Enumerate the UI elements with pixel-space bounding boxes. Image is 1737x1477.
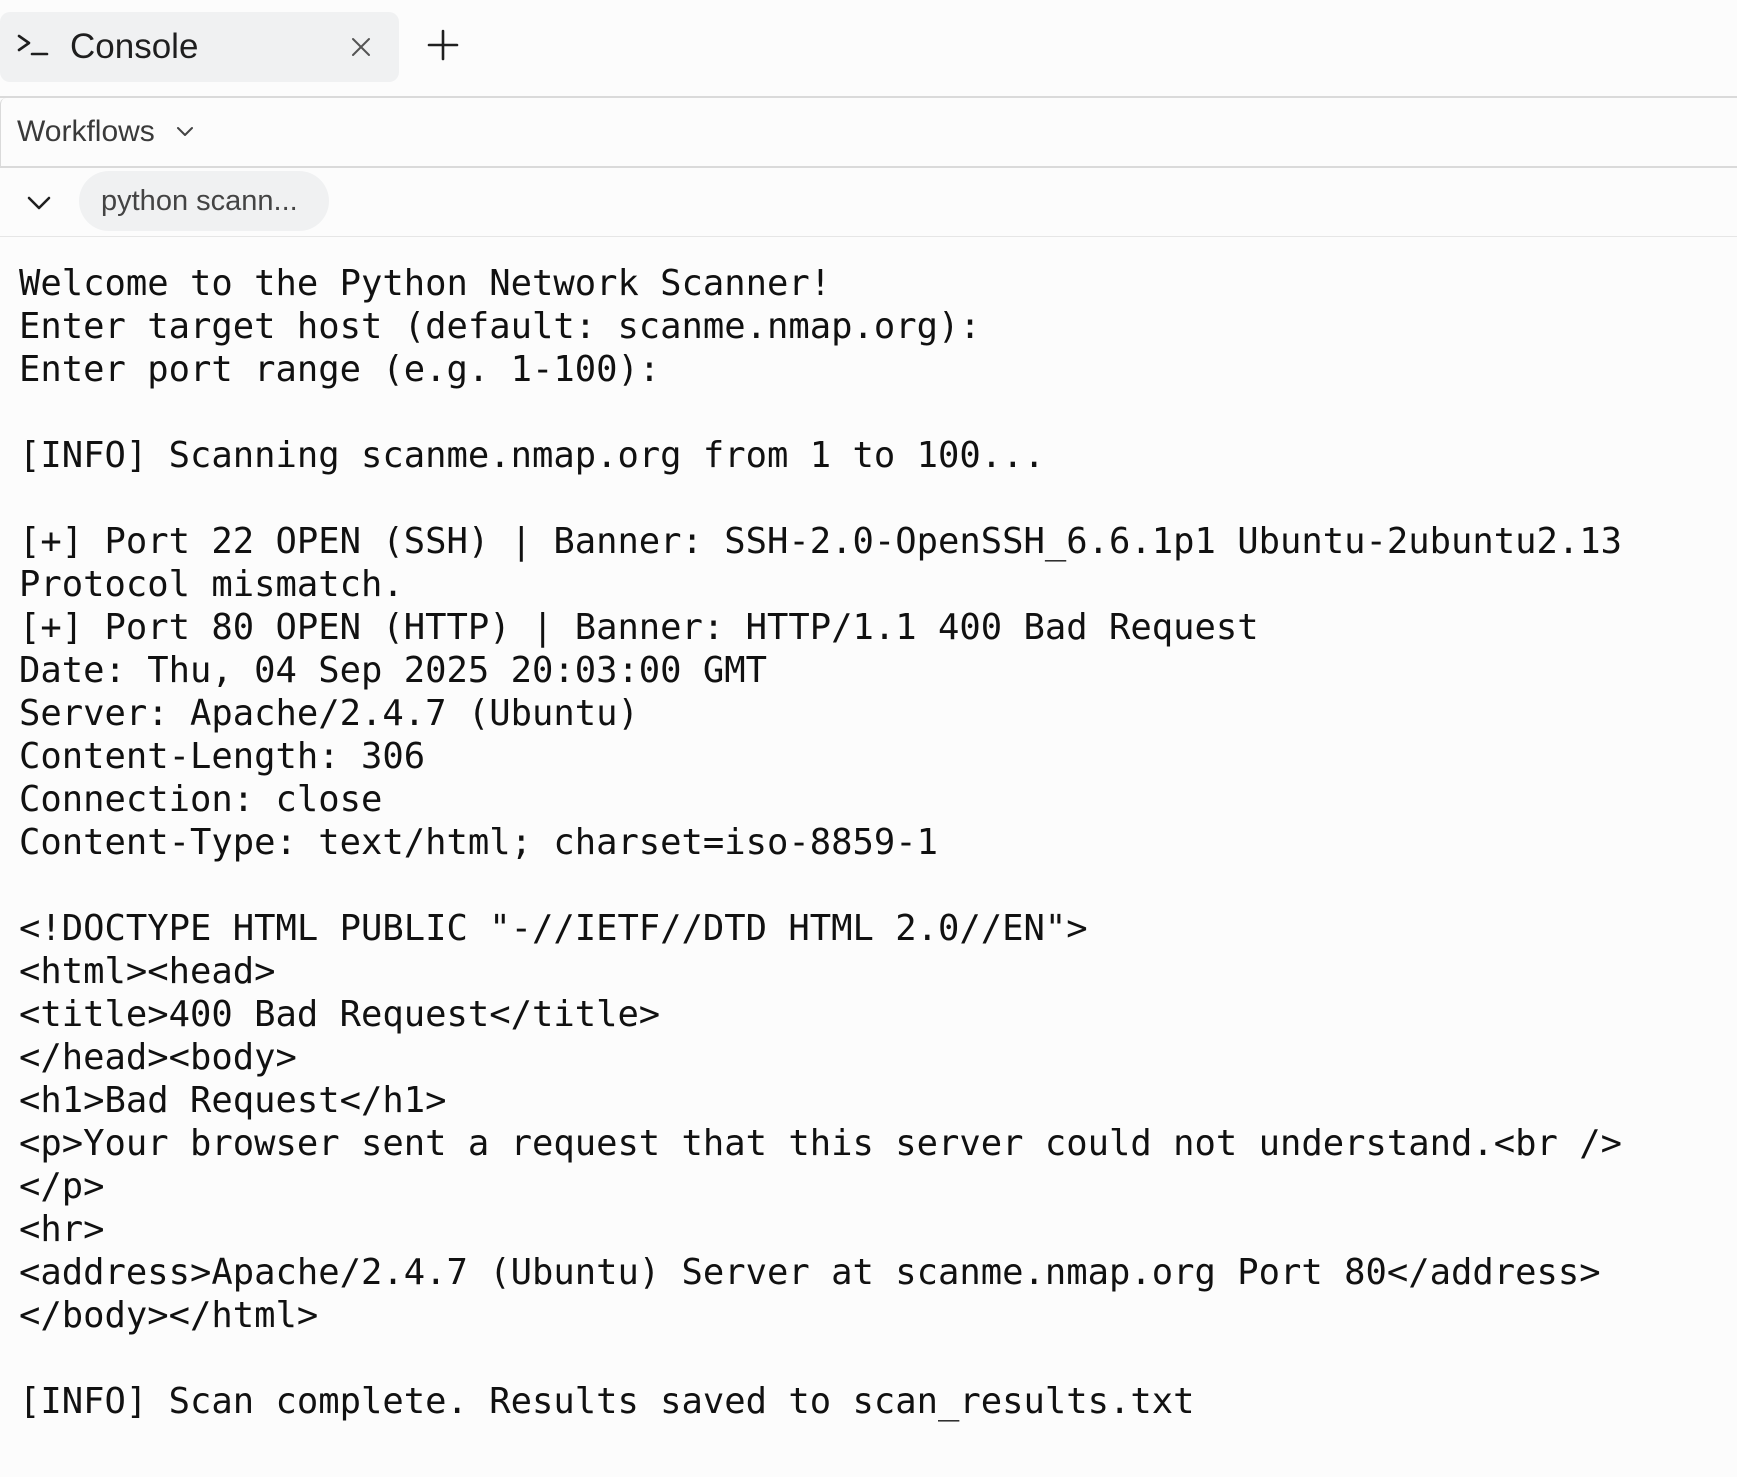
console-line: [+] Port 22 OPEN (SSH) | Banner: SSH-2.0… bbox=[19, 521, 1622, 562]
console-line: Enter target host (default: scanme.nmap.… bbox=[19, 306, 981, 347]
terminal-prompt-icon bbox=[17, 34, 49, 56]
console-line: <title>400 Bad Request</title> bbox=[19, 994, 661, 1035]
console-line: Content-Type: text/html; charset=iso-885… bbox=[19, 822, 939, 863]
console-line: <html><head> bbox=[19, 951, 276, 992]
console-line: <hr> bbox=[19, 1209, 105, 1250]
plus-icon[interactable] bbox=[426, 28, 460, 62]
close-icon[interactable] bbox=[350, 36, 372, 58]
run-label-pill[interactable]: python scann... bbox=[79, 171, 329, 231]
workflows-dropdown[interactable]: Workflows bbox=[17, 98, 155, 166]
tab-console[interactable]: Console bbox=[0, 12, 399, 82]
workflows-toolbar: Workflows bbox=[0, 98, 1737, 168]
console-line: [+] Port 80 OPEN (HTTP) | Banner: HTTP/1… bbox=[19, 607, 1259, 648]
console-line: Connection: close bbox=[19, 779, 383, 820]
console-output[interactable]: Welcome to the Python Network Scanner! En… bbox=[19, 262, 1719, 1423]
console-line: <p>Your browser sent a request that this… bbox=[19, 1123, 1622, 1164]
chevron-down-icon[interactable] bbox=[175, 122, 195, 142]
tab-label: Console bbox=[70, 27, 199, 66]
chevron-down-icon[interactable] bbox=[24, 188, 54, 218]
console-line: [INFO] Scan complete. Results saved to s… bbox=[19, 1381, 1195, 1422]
tab-bar: Console bbox=[0, 0, 1737, 98]
console-line: Server: Apache/2.4.7 (Ubuntu) bbox=[19, 693, 639, 734]
console-line: Protocol mismatch. bbox=[19, 564, 404, 605]
console-line: </head><body> bbox=[19, 1037, 297, 1078]
console-line: Enter port range (e.g. 1-100): bbox=[19, 349, 661, 390]
console-line: [INFO] Scanning scanme.nmap.org from 1 t… bbox=[19, 435, 1045, 476]
console-line: <address>Apache/2.4.7 (Ubuntu) Server at… bbox=[19, 1252, 1601, 1293]
console-line: </body></html> bbox=[19, 1295, 319, 1336]
console-line: Welcome to the Python Network Scanner! bbox=[19, 263, 832, 304]
console-line: Content-Length: 306 bbox=[19, 736, 426, 777]
console-line: <h1>Bad Request</h1> bbox=[19, 1080, 447, 1121]
run-header: python scann... bbox=[0, 168, 1737, 237]
console-line: Date: Thu, 04 Sep 2025 20:03:00 GMT bbox=[19, 650, 768, 691]
console-line: </p> bbox=[19, 1166, 105, 1207]
console-line: <!DOCTYPE HTML PUBLIC "-//IETF//DTD HTML… bbox=[19, 908, 1088, 949]
